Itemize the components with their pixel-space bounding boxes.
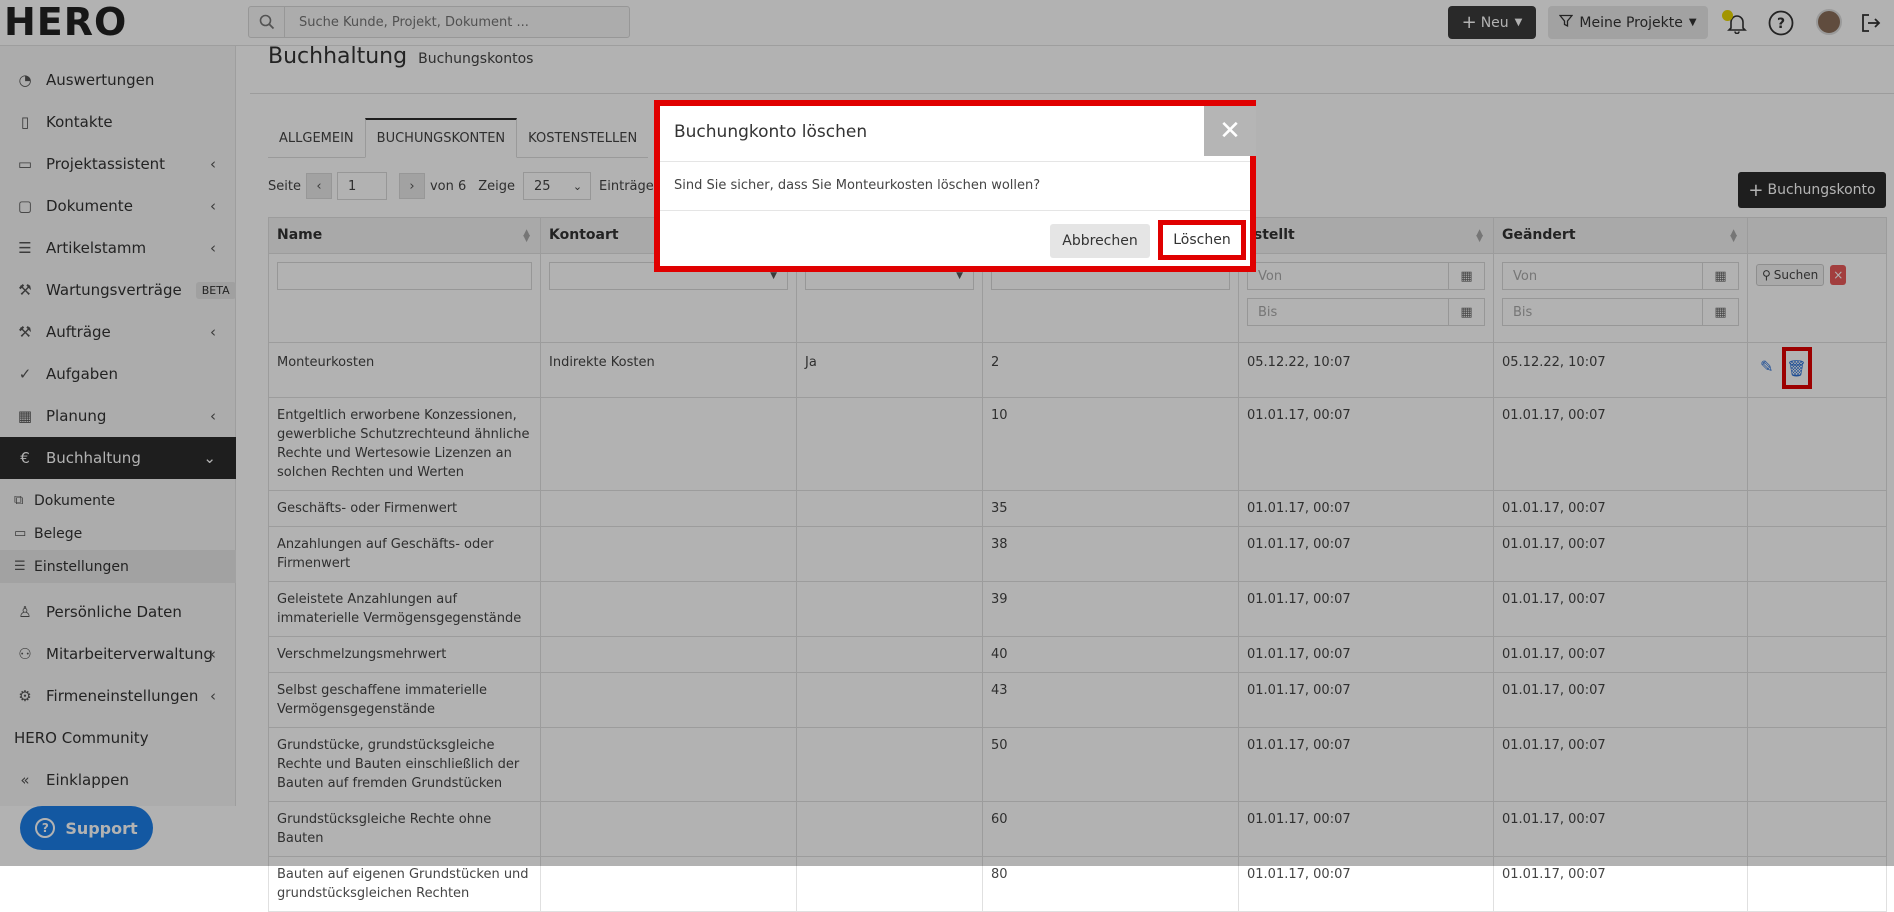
dialog-message: Sind Sie sicher, dass Sie Monteurkosten … — [674, 178, 1041, 193]
cancel-label: Abbrechen — [1062, 233, 1138, 249]
cancel-button[interactable]: Abbrechen — [1050, 224, 1150, 258]
close-icon[interactable]: ✕ — [1204, 106, 1256, 156]
dialog-title: Buchungkonto löschen — [674, 122, 868, 142]
delete-label: Löschen — [1173, 232, 1231, 248]
dialog-header: Buchungkonto löschen ✕ — [660, 106, 1256, 162]
delete-confirm-dialog: Buchungkonto löschen ✕ Sind Sie sicher, … — [654, 100, 1256, 272]
delete-button[interactable]: Löschen — [1158, 220, 1246, 260]
dialog-divider — [660, 210, 1250, 211]
